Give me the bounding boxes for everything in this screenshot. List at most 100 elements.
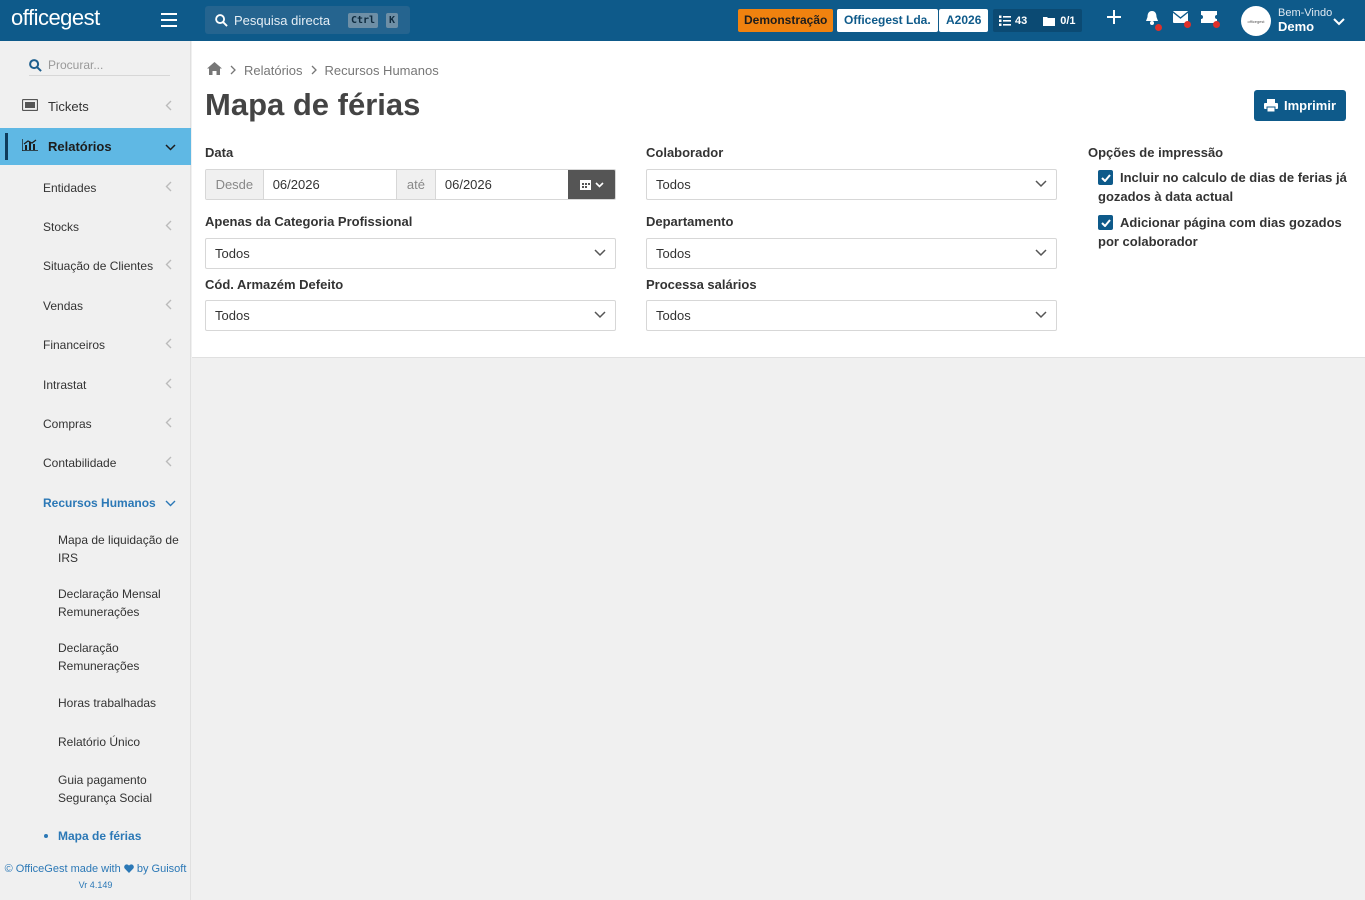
- colaborador-label: Colaborador: [646, 145, 724, 160]
- sidebar-item-label: Relatórios: [48, 139, 112, 154]
- heart-icon: [123, 864, 134, 873]
- salarios-value: Todos: [656, 308, 691, 323]
- year-badge[interactable]: A2026: [939, 9, 989, 32]
- chevron-down-icon: [595, 181, 604, 188]
- option1-label[interactable]: Incluir no calculo de dias de ferias já …: [1098, 168, 1348, 206]
- armazem-value: Todos: [215, 308, 250, 323]
- counts-badge[interactable]: 43 0/1: [993, 9, 1082, 32]
- sidebar-sub-compras[interactable]: Compras: [0, 414, 191, 434]
- app-version: Vr 4.149: [78, 880, 113, 890]
- sidebar-leaf-relatorio-unico[interactable]: Relatório Único: [58, 733, 183, 751]
- breadcrumb: Relatórios Recursos Humanos: [207, 62, 439, 78]
- page-title: Mapa de férias: [205, 87, 421, 122]
- date-range: Desde 06/2026 até 06/2026: [205, 169, 616, 200]
- departamento-value: Todos: [656, 246, 691, 261]
- salarios-select[interactable]: Todos: [646, 300, 1057, 331]
- sidebar-sub-label: Financeiros: [43, 338, 106, 352]
- chevron-left-icon: [165, 456, 172, 470]
- sidebar-footer: © OfficeGest made with by Guisoft Vr 4.1…: [0, 863, 191, 890]
- sidebar-sub-label: Situação de Clientes: [43, 259, 154, 273]
- sidebar-sub-stocks[interactable]: Stocks: [0, 217, 191, 237]
- search-icon: [29, 58, 42, 72]
- chevron-left-icon: [165, 378, 172, 392]
- demo-badge[interactable]: Demonstração: [738, 9, 834, 32]
- sidebar-leaf-horas-trabalhadas[interactable]: Horas trabalhadas: [58, 694, 183, 712]
- categoria-label: Apenas da Categoria Profissional: [205, 214, 413, 229]
- print-options-label: Opções de impressão: [1088, 145, 1224, 160]
- home-icon[interactable]: [207, 62, 222, 78]
- sidebar-sub-contabilidade[interactable]: Contabilidade: [0, 453, 191, 473]
- sidebar-leaf-mapa-ferias[interactable]: Mapa de férias: [44, 827, 183, 845]
- sidebar-sub-vendas[interactable]: Vendas: [0, 296, 191, 316]
- departamento-select[interactable]: Todos: [646, 238, 1057, 269]
- sidebar-item-tickets[interactable]: Tickets: [0, 88, 191, 125]
- categoria-select[interactable]: Todos: [205, 238, 616, 269]
- sidebar-sub-recursos-humanos[interactable]: Recursos Humanos: [0, 493, 191, 513]
- task-list-icon: [999, 15, 1011, 26]
- sidebar-sub-intrastat[interactable]: Intrastat: [0, 375, 191, 395]
- sidebar-sub-entidades[interactable]: Entidades: [0, 178, 191, 198]
- avatar[interactable]: officegest: [1241, 6, 1271, 36]
- salarios-label: Processa salários: [646, 277, 757, 292]
- chevron-left-icon: [165, 220, 172, 234]
- company-badge[interactable]: Officegest Lda.: [837, 9, 938, 32]
- breadcrumb-separator-icon: [311, 63, 317, 78]
- chevron-left-icon: [165, 181, 172, 195]
- global-search[interactable]: Pesquisa directa Ctrl K: [205, 6, 410, 34]
- chevron-left-icon: [165, 99, 172, 114]
- sidebar-leaf-declaracao-mensal[interactable]: Declaração Mensal Remunerações: [58, 585, 183, 621]
- chevron-left-icon: [165, 338, 172, 352]
- add-icon[interactable]: [1107, 10, 1121, 27]
- user-greeting[interactable]: Bem-Vindo Demo: [1278, 7, 1332, 33]
- hamburger-menu-icon[interactable]: [161, 13, 177, 27]
- calendar-button[interactable]: [568, 170, 615, 199]
- sidebar-item-relatorios[interactable]: Relatórios: [0, 128, 191, 165]
- sidebar-leaf-declaracao-remuneracoes[interactable]: Declaração Remunerações: [58, 639, 183, 675]
- sidebar-item-label: Tickets: [48, 99, 89, 114]
- chevron-down-icon: [165, 496, 176, 510]
- tickets-icon[interactable]: [1201, 11, 1220, 28]
- armazem-select[interactable]: Todos: [205, 300, 616, 331]
- top-bar: officegest Pesquisa directa Ctrl K Demon…: [0, 0, 1365, 41]
- main-panel: Relatórios Recursos Humanos Mapa de féri…: [192, 41, 1365, 358]
- breadcrumb-relatorios[interactable]: Relatórios: [244, 63, 303, 78]
- sidebar-sub-label: Compras: [43, 417, 92, 431]
- notifications-bell-icon[interactable]: [1145, 11, 1162, 31]
- departamento-label: Departamento: [646, 214, 734, 229]
- tasks-count: 43: [1015, 14, 1028, 27]
- chart-icon: [21, 139, 38, 154]
- sidebar-leaf-mapa-liquidacao-irs[interactable]: Mapa de liquidação de IRS: [58, 531, 183, 567]
- user-menu-chevron-down-icon[interactable]: [1333, 14, 1345, 29]
- chevron-down-icon: [1035, 311, 1047, 319]
- breadcrumb-recursos-humanos[interactable]: Recursos Humanos: [325, 63, 439, 78]
- printer-icon: [1263, 99, 1278, 112]
- chevron-left-icon: [165, 299, 172, 313]
- sidebar-sub-financeiros[interactable]: Financeiros: [0, 335, 191, 355]
- categoria-value: Todos: [215, 246, 250, 261]
- footer-suffix: by Guisoft: [136, 863, 187, 875]
- chevron-down-icon: [594, 311, 606, 319]
- desde-input[interactable]: 06/2026: [262, 170, 398, 199]
- sidebar-sub-label: Intrastat: [43, 378, 87, 392]
- sidebar-sub-situacao-clientes[interactable]: Situação de Clientes: [0, 256, 191, 276]
- sidebar: Procurar... Tickets Relatórios Entidades…: [0, 41, 191, 900]
- footer-prefix: © OfficeGest made with: [4, 863, 121, 875]
- docs-count: 0/1: [1060, 14, 1076, 27]
- option2-label[interactable]: Adicionar página com dias gozados por co…: [1098, 213, 1348, 251]
- chevron-down-icon: [1035, 180, 1047, 188]
- sidebar-leaf-guia-seguranca-social[interactable]: Guia pagamento Segurança Social: [58, 771, 183, 807]
- ate-input[interactable]: 06/2026: [434, 170, 569, 199]
- kbd-ctrl: Ctrl: [348, 13, 379, 28]
- print-button[interactable]: Imprimir: [1254, 90, 1346, 121]
- app-logo[interactable]: officegest: [11, 5, 100, 31]
- breadcrumb-separator-icon: [230, 63, 236, 78]
- chevron-left-icon: [165, 417, 172, 431]
- sidebar-sub-label: Recursos Humanos: [43, 496, 156, 510]
- chevron-down-icon: [165, 139, 176, 154]
- global-search-label: Pesquisa directa: [234, 12, 331, 28]
- sidebar-search[interactable]: Procurar...: [29, 55, 170, 76]
- search-icon: [215, 13, 228, 27]
- messages-envelope-icon[interactable]: [1172, 11, 1191, 28]
- documents-icon: [1043, 17, 1056, 26]
- colaborador-select[interactable]: Todos: [646, 169, 1057, 200]
